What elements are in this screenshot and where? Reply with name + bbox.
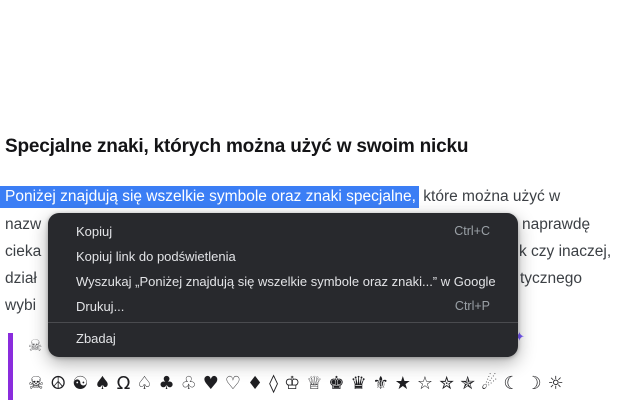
menu-shortcut: Ctrl+P [454,299,490,313]
symbol-fleur-de-lis: ⚜ [372,373,389,394]
menu-item-label: Kopiuj [76,224,113,239]
symbol-peace: ☮ [50,373,67,394]
paragraph-fragment-left-3: cieka [5,243,42,260]
symbol-star-black: ★ [394,373,411,394]
symbol-club-black: ♣ [158,373,175,394]
symbol-moon-last-quarter: ☾ [503,373,520,394]
paragraph-fragment-left-4: dział [5,270,37,287]
symbol-heart-black: ♥ [202,373,219,394]
symbol-heart-white: ♡ [224,373,242,394]
page-title: Specjalne znaki, których można użyć w sw… [5,136,469,157]
paragraph-fragment-right-3: k czy inaczej, [519,243,612,260]
menu-item-search-google[interactable]: Wyszukaj „Poniżej znajdują się wszelkie … [48,269,518,294]
symbol-star-white: ☆ [416,373,434,394]
paragraph-fragment-right-4: tycznego [520,270,583,287]
menu-item-label: Drukuj... [76,299,125,314]
context-menu: Kopiuj Ctrl+C Kopiuj link do podświetlen… [48,213,518,357]
menu-item-copy[interactable]: Kopiuj Ctrl+C [48,219,518,244]
menu-item-print[interactable]: Drukuj... Ctrl+P [48,294,518,319]
blockquote-purple-bar [8,333,13,400]
paragraph-fragment-right-2: naprawdę [522,216,591,233]
menu-item-label: Zbadaj [76,331,116,346]
menu-item-copy-link-to-highlight[interactable]: Kopiuj link do podświetlenia [48,244,518,269]
menu-item-inspect[interactable]: Zbadaj [48,326,518,351]
symbol-spade-black: ♠ [94,373,111,394]
selected-text-highlight: Poniżej znajdują się wszelkie symbole or… [0,186,419,208]
symbol-queen-black: ♛ [350,373,367,394]
symbol-comet: ☄ [481,373,498,394]
symbol-skull: ☠ [28,373,45,394]
symbol-queen-white: ♕ [306,373,323,394]
menu-item-label: Kopiuj link do podświetlenia [76,249,236,264]
symbol-star-pinwheel: ✯ [460,373,476,394]
paragraph-fragment-left-2: nazw [5,216,42,233]
special-symbols-row: ☠ ☮ ☯ ♠ Ω ♤ ♣ ♧ ♥ ♡ ♦ ◊ ♔ ♕ ♚ ♛ ⚜ ★ ☆ ✮ … [28,373,564,394]
symbol-lozenge: ◊ [269,373,279,394]
symbol-diamond-black: ♦ [247,373,264,394]
symbol-yinyang: ☯ [72,373,89,394]
symbol-club-white: ♧ [180,373,197,394]
partial-skull-symbol: ☠ [28,336,43,355]
symbol-omega: Ω [116,373,131,394]
paragraph-fragment-left-5: wybi [5,297,37,314]
symbol-sun: ☼ [547,373,564,394]
menu-separator [48,322,518,323]
symbol-spade-white: ♤ [136,373,153,394]
menu-item-label: Wyszukaj „Poniżej znajdują się wszelkie … [76,274,496,289]
symbol-king-white: ♔ [284,373,301,394]
symbol-star-outlined: ✮ [439,373,455,394]
symbol-king-black: ♚ [328,373,345,394]
paragraph-text: które można użyć w [418,188,561,205]
paragraph-line-1: Poniżej znajdują się wszelkie symbole or… [0,186,560,208]
symbol-moon-first-quarter: ☽ [525,373,542,394]
menu-shortcut: Ctrl+C [454,224,490,238]
